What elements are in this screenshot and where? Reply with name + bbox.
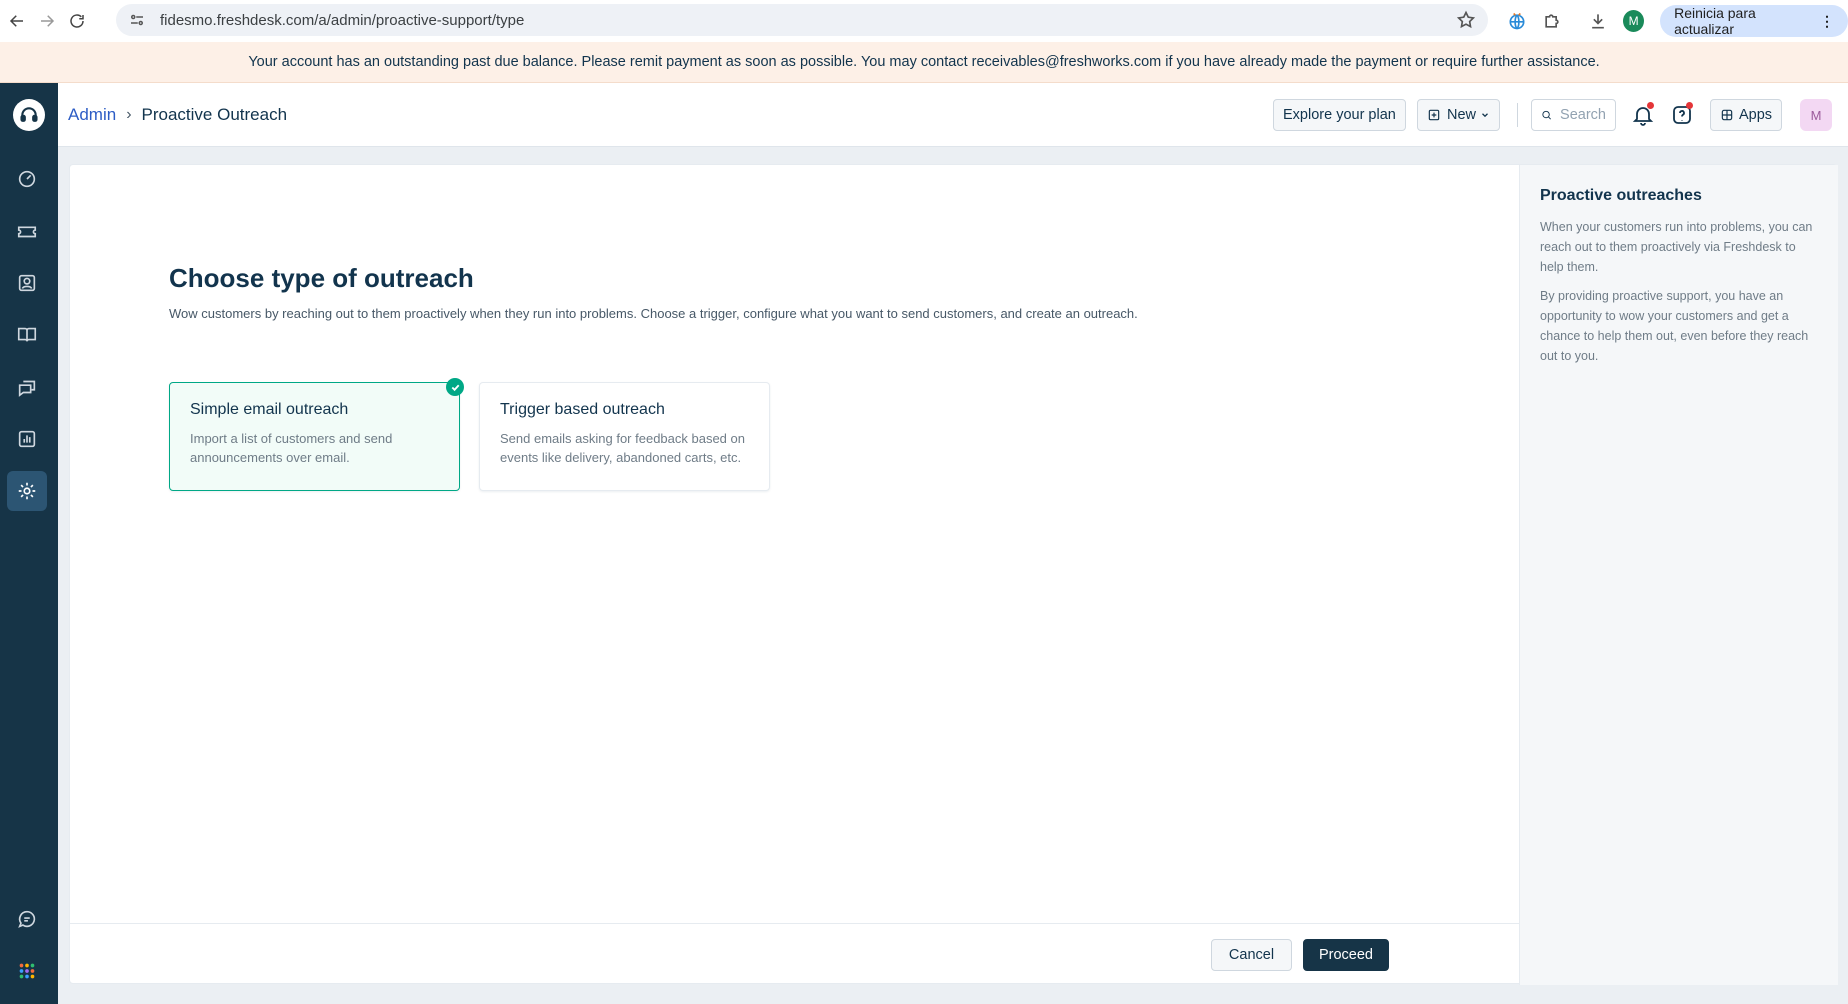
past-due-banner: Your account has an outstanding past due… [0,42,1848,83]
option-trigger-based[interactable]: Trigger based outreach Send emails askin… [479,382,770,491]
new-button[interactable]: New [1417,99,1501,131]
update-label: Reinicia para actualizar [1674,5,1756,37]
browser-profile-avatar[interactable]: M [1623,10,1645,32]
arrow-left-icon [9,15,23,27]
explore-plan-button[interactable]: Explore your plan [1273,99,1406,131]
dashboard-gauge-icon [18,170,36,188]
back-button[interactable] [4,8,30,34]
nav-chat[interactable] [7,899,47,939]
help-side-panel: Proactive outreaches When your customers… [1520,165,1838,985]
update-button[interactable]: Reinicia para actualizar ⋮ [1660,5,1848,37]
site-settings-icon[interactable] [128,11,146,29]
browser-toolbar: fidesmo.freshdesk.com/a/admin/proactive-… [0,0,1848,42]
help-dot [1686,102,1693,109]
apps-icon [1721,109,1733,121]
headset-icon [20,107,38,122]
browser-actions: M Reinicia para actualizar ⋮ [1500,5,1848,37]
option-description: Import a list of customers and send anno… [190,431,393,465]
reload-button[interactable] [64,8,90,34]
freshdesk-logo[interactable] [13,99,45,131]
side-panel-title: Proactive outreaches [1540,187,1702,204]
arrow-right-icon [41,15,55,27]
address-bar[interactable]: fidesmo.freshdesk.com/a/admin/proactive-… [116,4,1488,36]
option-simple-email[interactable]: Simple email outreach Import a list of c… [169,378,464,491]
outreach-heading: Choose type of outreach [169,263,474,293]
extension-globe-button[interactable] [1500,5,1534,37]
search-placeholder: Search [1560,107,1606,123]
puzzle-icon [1544,14,1559,28]
apps-button[interactable]: Apps [1710,99,1783,131]
discussion-icon [18,380,36,397]
download-icon [1592,14,1604,29]
reports-chart-icon [18,430,36,448]
ticket-icon [17,226,37,238]
nav-app-switcher[interactable] [7,951,47,991]
user-avatar[interactable]: M [1800,99,1832,131]
option-title: Trigger based outreach [500,401,665,418]
breadcrumb-admin-link[interactable]: Admin [68,105,116,125]
nav-tickets[interactable] [7,211,47,251]
notification-dot [1647,102,1654,109]
notifications-button[interactable] [1629,101,1657,129]
breadcrumb: Admin › Proactive Outreach [68,105,287,125]
app-grid-icon [19,963,35,979]
bookmark-star-icon[interactable] [1456,10,1476,30]
contacts-icon [18,274,36,292]
nav-forums[interactable] [7,367,47,407]
option-title: Simple email outreach [190,401,349,418]
extensions-button[interactable] [1534,5,1568,37]
header-divider [1517,103,1518,127]
new-label: New [1447,107,1477,123]
main-content: Choose type of outreach Wow customers by… [70,165,1520,985]
apps-label: Apps [1739,107,1773,123]
chevron-right-icon: › [126,106,132,123]
outreach-card: Choose type of outreach Wow customers by… [69,164,1838,985]
cancel-button[interactable]: Cancel [1211,939,1292,971]
banner-text: Your account has an outstanding past due… [248,54,1600,70]
nav-reports[interactable] [7,419,47,459]
downloads-button[interactable] [1581,5,1615,37]
url-text[interactable]: fidesmo.freshdesk.com/a/admin/proactive-… [160,12,524,29]
search-button[interactable]: Search [1531,99,1616,131]
plus-square-icon [1428,109,1440,121]
nav-admin[interactable] [7,471,47,511]
option-description: Send emails asking for feedback based on… [500,431,745,465]
page-title: Proactive Outreach [141,105,288,124]
chevron-down-icon [1482,113,1488,118]
left-navigation [0,83,58,1004]
search-icon [1542,110,1551,120]
more-vert-icon: ⋮ [1819,12,1834,29]
outreach-description: Wow customers by reaching out to them pr… [169,306,1138,321]
nav-contacts[interactable] [7,263,47,303]
explore-plan-label: Explore your plan [1283,107,1396,123]
forward-button[interactable] [34,8,60,34]
nav-dashboard[interactable] [7,159,47,199]
form-footer: Cancel Proceed [70,923,1519,985]
gear-icon [18,482,36,500]
nav-solutions[interactable] [7,315,47,355]
reload-icon [70,14,84,28]
book-icon [17,327,37,342]
help-button[interactable] [1668,101,1696,129]
app-header: Admin › Proactive Outreach Explore your … [58,83,1848,147]
globe-icon [1509,12,1525,30]
side-panel-paragraph: By providing proactive support, you have… [1540,289,1809,363]
proceed-button[interactable]: Proceed [1303,939,1389,971]
side-panel-paragraph: When your customers run into problems, y… [1540,220,1813,274]
chat-bubble-icon [18,910,36,928]
selected-check-icon [446,378,464,396]
